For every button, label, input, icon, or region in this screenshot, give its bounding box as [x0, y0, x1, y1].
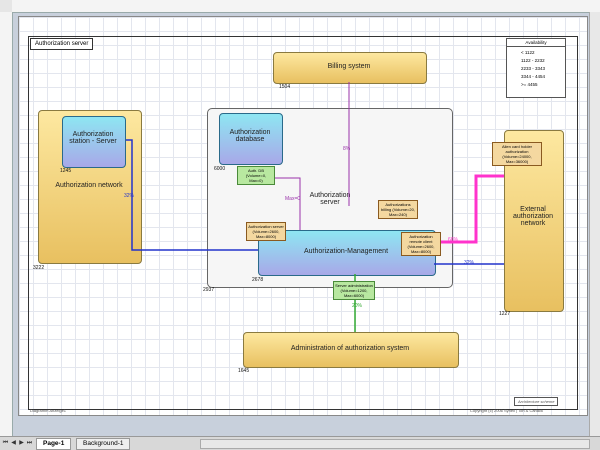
note-server-admin: Server administration (Volume=1200, Max=…	[333, 281, 375, 300]
last-page-icon[interactable]: ⏭	[26, 439, 33, 447]
note-remote: Authorization remote client (Volume=2600…	[401, 232, 441, 256]
tab-page-1[interactable]: Page-1	[36, 438, 72, 450]
note-auth-db: Auth. DB (Volume=0, Max=0)	[237, 166, 275, 185]
tab-background-1[interactable]: Background-1	[76, 438, 131, 450]
note-auth-server: Authorization server (Volume=2600, Max=8…	[246, 222, 286, 241]
edge-label-billing: 8%	[343, 146, 351, 152]
note-external: Alien card holder authorization (Volume=…	[492, 142, 542, 166]
next-page-icon[interactable]: ▶	[18, 439, 25, 447]
first-page-icon[interactable]: ⏮	[2, 439, 9, 447]
station-wire	[126, 139, 258, 251]
footer-box: Architecture scheme	[514, 397, 559, 406]
connection-wires	[126, 82, 504, 332]
edge-label-external: 32%	[464, 260, 475, 266]
footer-right: Copyright (c) 2006 Synell | Ton & Carlac…	[470, 408, 543, 413]
footer-left: Diagramm Anzeige1	[30, 408, 67, 413]
prev-page-icon[interactable]: ◀	[10, 439, 17, 447]
page-tab-bar: ⏮ ◀ ▶ ⏭ Page-1 Background-1	[0, 436, 600, 450]
edge-label-station: 32%	[124, 193, 135, 199]
edge-label-remote: 66%	[448, 237, 459, 243]
remote-wire	[434, 174, 504, 244]
edge-label-max: Max=0	[285, 196, 301, 202]
edge-label-admin: 20%	[352, 303, 363, 309]
note-billing: Authorizations billing (Volume=20, Max=2…	[378, 200, 418, 219]
horizontal-scrollbar[interactable]	[200, 439, 590, 449]
